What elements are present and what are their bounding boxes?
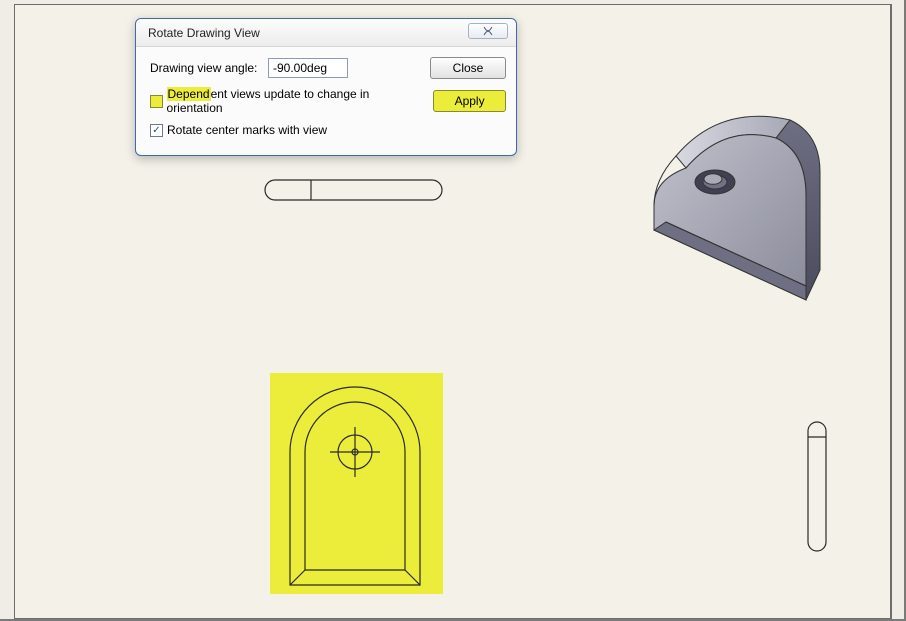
close-button[interactable]: Close	[430, 57, 506, 79]
front-view[interactable]	[278, 380, 433, 590]
dialog-titlebar[interactable]: Rotate Drawing View	[136, 19, 516, 47]
isometric-view	[640, 110, 830, 315]
rotate-marks-label: Rotate center marks with view	[167, 123, 327, 137]
dependent-label: Dependent views update to change in orie…	[167, 87, 418, 115]
app-root: Rotate Drawing View Drawing view angle: …	[0, 0, 906, 621]
angle-input[interactable]	[268, 58, 348, 78]
dialog-x-button[interactable]	[468, 23, 508, 39]
apply-button[interactable]: Apply	[433, 90, 506, 112]
dependent-checkbox-row[interactable]: Dependent views update to change in orie…	[150, 87, 417, 115]
rotate-marks-checkbox-row[interactable]: ✓ Rotate center marks with view	[150, 123, 327, 137]
dialog-body: Drawing view angle: Close Dependent view…	[136, 47, 516, 145]
drawing-canvas[interactable]: Rotate Drawing View Drawing view angle: …	[14, 4, 892, 619]
rotate-marks-checkbox[interactable]: ✓	[150, 124, 163, 137]
right-view	[806, 420, 828, 553]
top-view	[263, 178, 444, 202]
angle-label: Drawing view angle:	[150, 61, 260, 75]
dependent-checkbox[interactable]	[150, 95, 163, 108]
rotate-view-dialog: Rotate Drawing View Drawing view angle: …	[135, 18, 517, 156]
close-icon	[482, 26, 494, 36]
dialog-title: Rotate Drawing View	[148, 26, 260, 40]
